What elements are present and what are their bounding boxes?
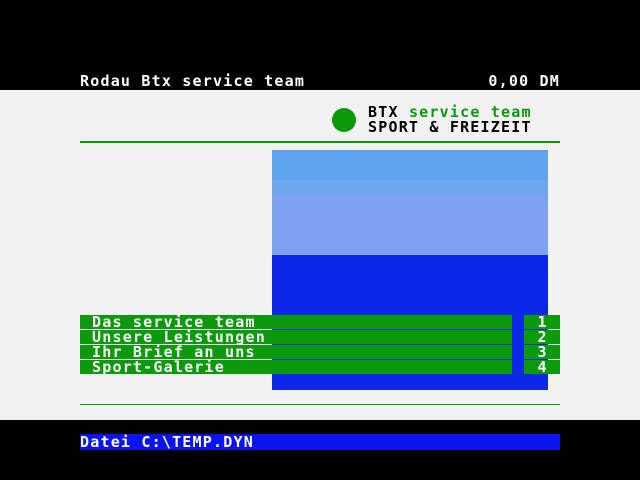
page-content: BTX service team SPORT & FREIZEIT Das se… [0,90,640,420]
main-menu: Das service team 1 Unsere Leistungen 2 I… [80,315,560,375]
header-bar: Rodau Btx service team 0,00 DM [0,72,640,90]
menu-item-number-box[interactable]: 4 [524,358,560,376]
brand-subtitle: SPORT & FREIZEIT [368,118,532,136]
menu-item-number-box[interactable]: 2 [524,328,560,346]
menu-item-label: Ihr Brief an uns [92,343,256,361]
green-dot-logo [332,108,356,132]
menu-item-label: Unsere Leistungen [92,328,266,346]
sky-band-3 [272,195,548,255]
menu-item-number: 2 [537,328,547,346]
menu-item-label: Das service team [92,313,256,331]
btx-screen: Rodau Btx service team 0,00 DM BTX servi… [0,0,640,480]
menu-item-label-box: Sport-Galerie [80,358,512,376]
menu-item-label-box: Das service team [80,313,512,331]
menu-item-number: 3 [537,343,547,361]
menu-item-label-box: Ihr Brief an uns [80,343,512,361]
menu-item-label: Sport-Galerie [92,358,225,376]
page-price: 0,00 DM [488,72,560,90]
provider-title: Rodau Btx service team [80,72,306,90]
sky-band-2 [272,180,548,195]
menu-item-sport-galerie[interactable]: Sport-Galerie 4 [80,360,560,375]
menu-item-number: 4 [537,358,547,376]
menu-item-number-box[interactable]: 3 [524,343,560,361]
divider-top [80,141,560,143]
menu-item-number-box[interactable]: 1 [524,313,560,331]
divider-bottom [80,404,560,405]
sky-band-1 [272,150,548,180]
menu-item-label-box: Unsere Leistungen [80,328,512,346]
status-file-text: Datei C:\TEMP.DYN [80,433,254,451]
status-bar: Datei C:\TEMP.DYN [80,434,560,450]
menu-item-number: 1 [537,313,547,331]
